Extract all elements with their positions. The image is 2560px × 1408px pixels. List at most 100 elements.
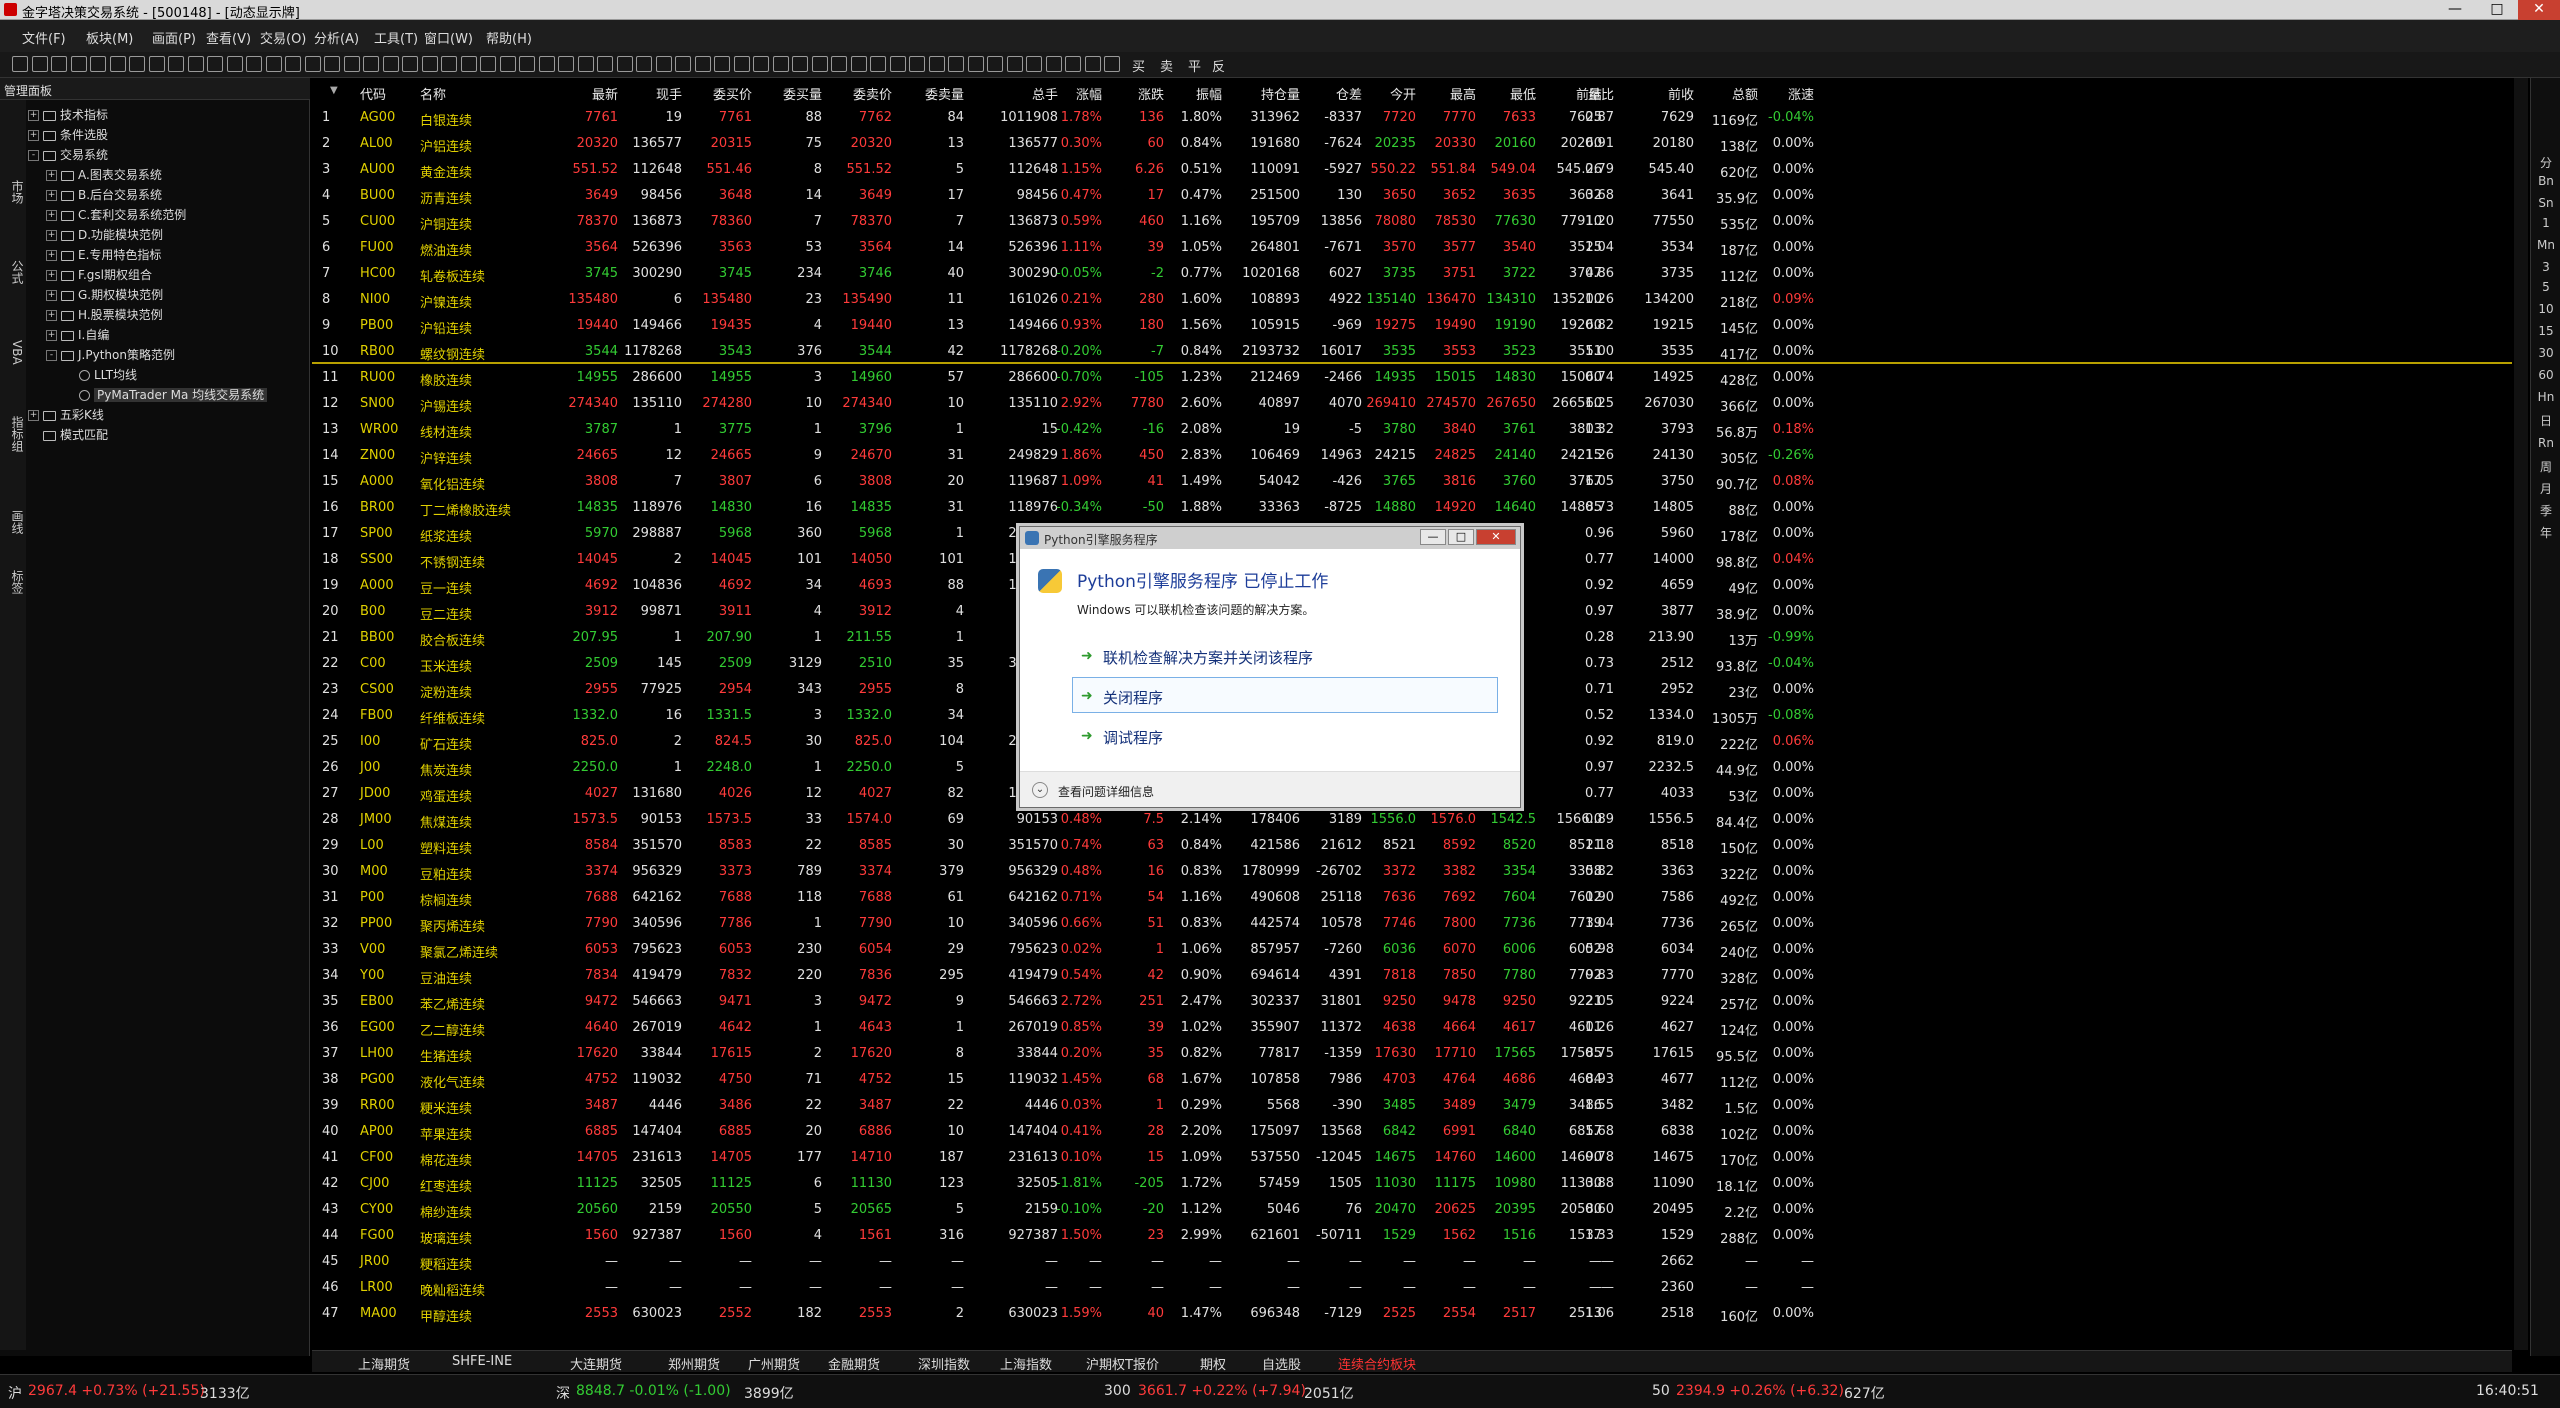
tree-node[interactable]: + C.套利交易系统范例	[46, 206, 186, 226]
toolbar-icon[interactable]	[870, 56, 886, 72]
table-row[interactable]: 7 HC00 轧卷板连续 3745 300290 3745 234 3746 40 300290-…	[312, 260, 2512, 286]
sheet-tab[interactable]: 深圳指数	[918, 1354, 970, 1373]
tree-node[interactable]: + D.功能模块范例	[46, 226, 163, 246]
table-row[interactable]: 12 SN00 沪锡连续 274340 135110 274280 10 274340 10 13…	[312, 390, 2512, 416]
expand-icon[interactable]: +	[46, 170, 57, 181]
table-row[interactable]: 39 RR00 粳米连续 3487 4446 3486 22 3487 22 4446 0.03% 1…	[312, 1092, 2512, 1118]
menu-item[interactable]: 查看(V)	[206, 28, 251, 47]
column-header[interactable]: 涨幅	[1044, 84, 1102, 103]
toolbar-icon[interactable]	[714, 56, 730, 72]
tree-node[interactable]: + I.自编	[46, 326, 109, 346]
expand-icon[interactable]: +	[46, 210, 57, 221]
toolbar-icon[interactable]	[324, 56, 340, 72]
period-tab[interactable]: Sn	[2537, 196, 2555, 210]
tree-node[interactable]: + 五彩K线	[28, 406, 104, 426]
table-row[interactable]: 30 M00 豆粕连续 3374 956329 3373 789 3374 379 956329 0…	[312, 858, 2512, 884]
toolbar-icon[interactable]	[1104, 56, 1120, 72]
column-header[interactable]: 现手	[618, 84, 682, 103]
toolbar-icon[interactable]	[51, 56, 67, 72]
period-tab[interactable]: Mn	[2537, 238, 2555, 252]
sheet-tab[interactable]: 期权	[1200, 1354, 1226, 1373]
dialog-maximize-button[interactable]: □	[1448, 529, 1474, 545]
toolbar-icon[interactable]	[928, 56, 945, 72]
toolbar-icon[interactable]	[304, 56, 321, 72]
table-row[interactable]: 3 AU00 黄金连续 551.52 112648 551.46 8 551.52 5 11264…	[312, 156, 2512, 182]
table-row[interactable]: 37 LH00 生猪连续 17620 33844 17615 2 17620 8 33844 0.2…	[312, 1040, 2512, 1066]
tree-node[interactable]: + H.股票模块范例	[46, 306, 163, 326]
toolbar-icon[interactable]	[109, 56, 126, 72]
tree-node[interactable]: + G.期权模块范例	[46, 286, 163, 306]
toolbar-icon[interactable]	[499, 56, 516, 72]
close-button[interactable]: ✕	[2518, 0, 2560, 20]
column-header[interactable]: 振幅	[1164, 84, 1222, 103]
side-tab[interactable]: VBA	[2, 340, 24, 365]
sheet-tab[interactable]: 广州期货	[748, 1354, 800, 1373]
period-tab[interactable]: 周	[2537, 458, 2555, 475]
tree-node[interactable]: + 条件选股	[28, 126, 108, 146]
column-header[interactable]: 委卖价	[828, 84, 892, 103]
table-row[interactable]: 32 PP00 聚丙烯连续 7790 340596 7786 1 7790 10 340596 0.…	[312, 910, 2512, 936]
period-tab[interactable]: 15	[2537, 324, 2555, 338]
period-tab[interactable]: Bn	[2537, 174, 2555, 188]
table-row[interactable]: 45 JR00 粳稻连续 — — — — — — — — — — — — — — — — —2662— —	[312, 1248, 2512, 1274]
column-header[interactable]: 最高	[1412, 84, 1476, 103]
column-header[interactable]: 委卖量	[900, 84, 964, 103]
period-tab[interactable]: Hn	[2537, 390, 2555, 404]
period-tab[interactable]: 季	[2537, 502, 2555, 519]
period-tab[interactable]: 10	[2537, 302, 2555, 316]
sheet-tab[interactable]: 连续合约板块	[1338, 1354, 1416, 1373]
column-header[interactable]: 最新	[552, 84, 618, 103]
table-row[interactable]: 34 Y00 豆油连续 7834 419479 7832 220 7836 295 419479 0…	[312, 962, 2512, 988]
table-row[interactable]: 33 V00 聚氯乙烯连续 6053 795623 6053 230 6054 29 795623…	[312, 936, 2512, 962]
toolbar-icon[interactable]	[90, 56, 106, 72]
expand-icon[interactable]: +	[46, 270, 57, 281]
table-row[interactable]: 47 MA00 甲醇连续 2553 630023 2552 182 2553 2 630023 1.…	[312, 1300, 2512, 1326]
table-row[interactable]: 15 A000 氧化铝连续 3808 7 3807 6 3808 20 119687 1.09% 41…	[312, 468, 2512, 494]
trade-button[interactable]: 平	[1188, 56, 1201, 75]
table-row[interactable]: 14 ZN00 沪锌连续 24665 12 24665 9 24670 31 249829 1.86…	[312, 442, 2512, 468]
toolbar-icon[interactable]	[519, 56, 535, 72]
close-program-option[interactable]: ➜ 关闭程序	[1072, 677, 1498, 713]
tree-node[interactable]: LLT均线	[64, 366, 137, 386]
toolbar-icon[interactable]	[1006, 56, 1023, 72]
sheet-tab[interactable]: SHFE-INE	[452, 1354, 512, 1369]
view-details-link[interactable]: 查看问题详细信息	[1058, 783, 1154, 800]
period-tab[interactable]: 60	[2537, 368, 2555, 382]
period-tab[interactable]: 3	[2537, 260, 2555, 274]
toolbar-icon[interactable]	[909, 56, 925, 72]
toolbar-icon[interactable]	[226, 56, 243, 72]
toolbar-icon[interactable]	[694, 56, 711, 72]
side-tab[interactable]: 指标组	[2, 416, 24, 452]
table-row[interactable]: 44 FG00 玻璃连续 1560 927387 1560 4 1561 316 927387 1.…	[312, 1222, 2512, 1248]
sheet-tab[interactable]: 金融期货	[828, 1354, 880, 1373]
table-row[interactable]: 42 CJ00 红枣连续 11125 32505 11125 6 11130 123 32505-…	[312, 1170, 2512, 1196]
menu-item[interactable]: 板块(M)	[86, 28, 133, 47]
period-tab[interactable]: 年	[2537, 524, 2555, 541]
side-tab[interactable]: 标签	[2, 570, 24, 594]
sheet-tab[interactable]: 沪期权T报价	[1086, 1354, 1159, 1373]
toolbar-icon[interactable]	[343, 56, 360, 72]
table-row[interactable]: 35 EB00 苯乙烯连续 9472 546663 9471 3 9472 9 546663 2.7…	[312, 988, 2512, 1014]
toolbar-icon[interactable]	[733, 56, 750, 72]
table-row[interactable]: 28 JM00 焦煤连续 1573.5 90153 1573.5 33 1574.0 69 901…	[312, 806, 2512, 832]
tree-node[interactable]: 模式匹配	[28, 426, 108, 446]
tree-node[interactable]: + 技术指标	[28, 106, 108, 126]
toolbar-icon[interactable]	[421, 56, 438, 72]
dialog-minimize-button[interactable]: —	[1420, 529, 1446, 545]
table-row[interactable]: 46 LR00 晚籼稻连续 — — — — — — — — — — — — — — — — —2360— —	[312, 1274, 2512, 1300]
expand-icon[interactable]: +	[46, 330, 57, 341]
expand-icon[interactable]: +	[46, 190, 57, 201]
table-row[interactable]: 4 BU00 沥青连续 3649 98456 3648 14 3649 17 98456 0.47%…	[312, 182, 2512, 208]
menu-item[interactable]: 交易(O)	[260, 28, 306, 47]
toolbar-icon[interactable]	[187, 56, 204, 72]
table-row[interactable]: 11 RU00 橡胶连续 14955 286600 14955 3 14960 57 286600…	[312, 364, 2512, 390]
expand-icon[interactable]: +	[46, 290, 57, 301]
toolbar-icon[interactable]	[1045, 56, 1062, 72]
toolbar-icon[interactable]	[987, 56, 1003, 72]
toolbar-icon[interactable]	[382, 56, 399, 72]
table-row[interactable]: 6 FU00 燃油连续 3564 526396 3563 53 3564 14 526396 1.1…	[312, 234, 2512, 260]
toolbar-icon[interactable]	[889, 56, 906, 72]
side-tab[interactable]: 市场	[2, 180, 24, 204]
toolbar-icon[interactable]	[480, 56, 496, 72]
table-row[interactable]: 36 EG00 乙二醇连续 4640 267019 4642 1 4643 1 267019 0.8…	[312, 1014, 2512, 1040]
